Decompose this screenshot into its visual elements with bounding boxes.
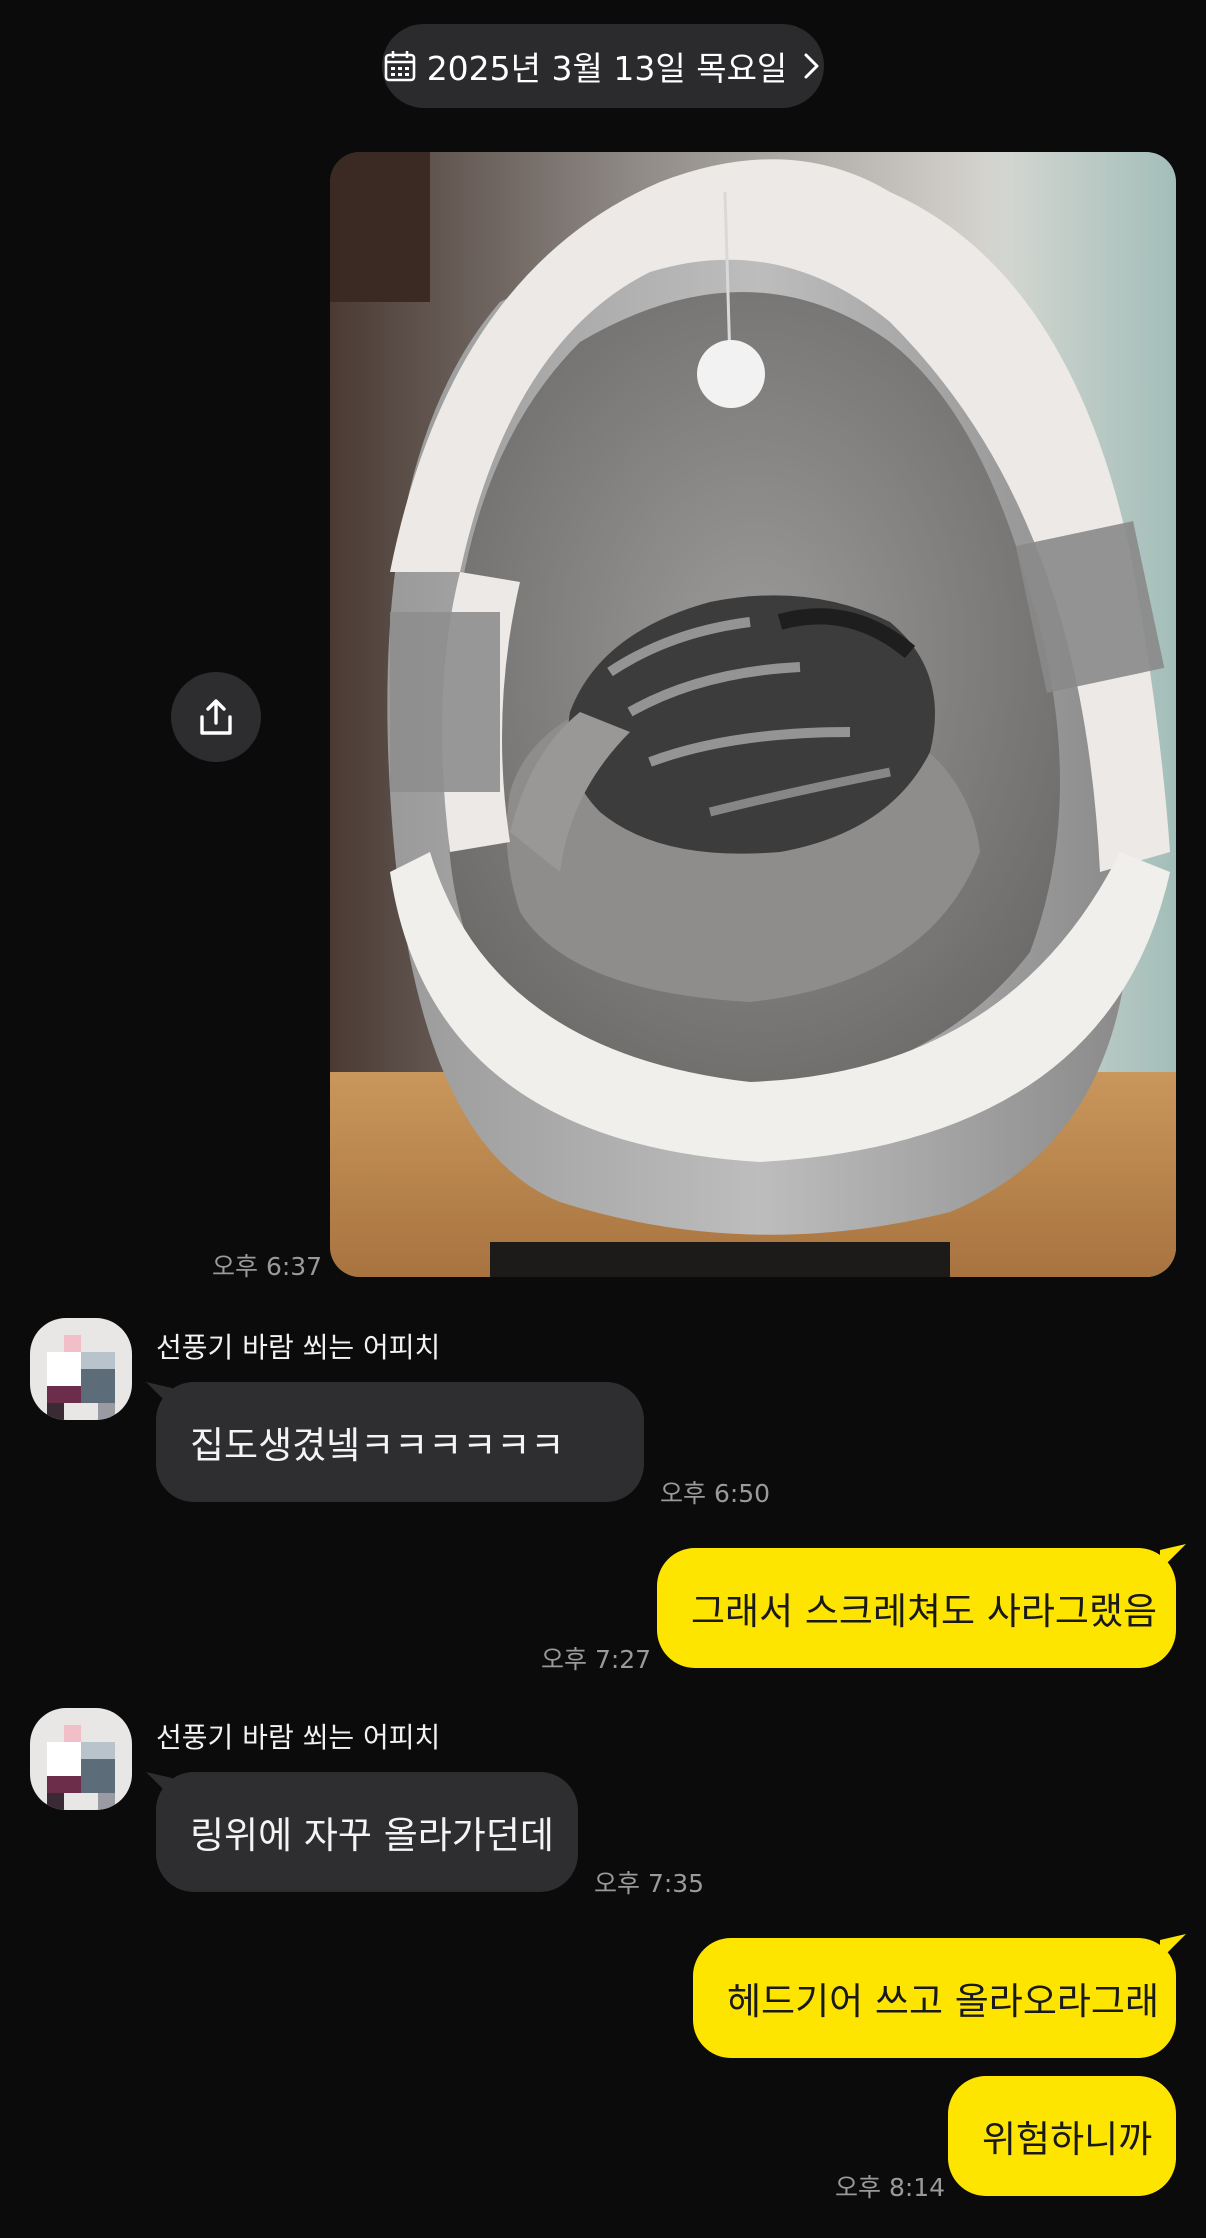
chevron-right-icon (804, 53, 819, 79)
pixelated-avatar-image (30, 1318, 132, 1420)
pixelated-avatar-image (30, 1708, 132, 1810)
message-text: 그래서 스크레쳐도 사라그랬음 (691, 1590, 1158, 1633)
avatar[interactable] (30, 1708, 132, 1810)
date-label: 2025년 3월 13일 목요일 (426, 49, 788, 88)
message-bubble[interactable]: 집도생겼넼ㅋㅋㅋㅋㅋㅋ (156, 1382, 644, 1502)
share-icon (200, 699, 232, 735)
message-time: 오후 6:50 (660, 1479, 771, 1508)
bubble-tail (1160, 1544, 1186, 1570)
message-text: 집도생겼넼ㅋㅋㅋㅋㅋㅋ (190, 1424, 565, 1467)
share-button[interactable] (171, 672, 261, 762)
message-time: 오후 8:14 (835, 2173, 946, 2202)
message-bubble[interactable]: 그래서 스크레쳐도 사라그랬음 (657, 1548, 1176, 1668)
cat-bed-photo (330, 152, 1176, 1277)
message-text: 헤드기어 쓰고 올라오라그래 (727, 1980, 1160, 2023)
photo-message[interactable] (330, 152, 1176, 1277)
bubble-tail (1160, 1934, 1186, 1960)
message-time: 오후 6:37 (212, 1252, 323, 1281)
message-bubble[interactable]: 헤드기어 쓰고 올라오라그래 (693, 1938, 1176, 2058)
message-time: 오후 7:27 (541, 1645, 652, 1674)
message-text: 링위에 자꾸 올라가던데 (190, 1814, 554, 1857)
sender-name: 선풍기 바람 쐬는 어피치 (156, 1721, 441, 1754)
message-bubble[interactable]: 위험하니까 (948, 2076, 1176, 2196)
message-time: 오후 7:35 (594, 1869, 705, 1898)
message-bubble[interactable]: 링위에 자꾸 올라가던데 (156, 1772, 578, 1892)
calendar-icon (384, 51, 415, 82)
message-text: 위험하니까 (982, 2118, 1153, 2161)
sender-name: 선풍기 바람 쐬는 어피치 (156, 1331, 441, 1364)
avatar[interactable] (30, 1318, 132, 1420)
date-divider[interactable]: 2025년 3월 13일 목요일 (382, 24, 824, 108)
